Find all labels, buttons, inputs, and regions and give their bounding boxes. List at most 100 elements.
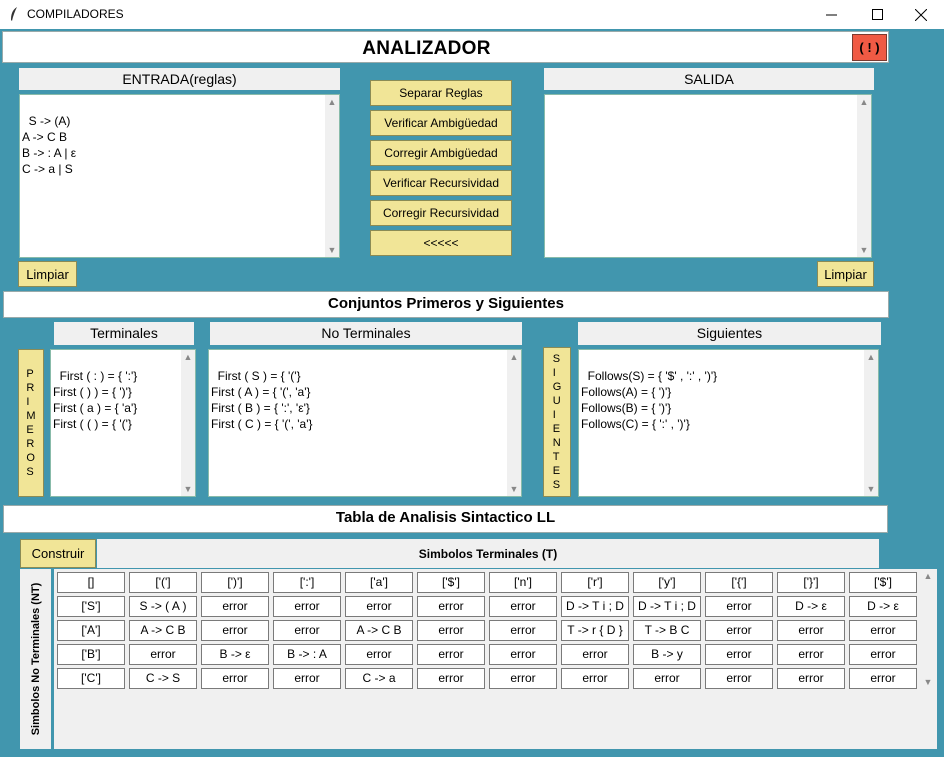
ll-table-grid: [] ['('] [')'] [':'] ['a'] ['$'] ['n'] ['r'] ['y… (54, 569, 937, 749)
table-cell: error (417, 620, 485, 641)
verify-ambiguity-button[interactable]: Verificar Ambigüedad (370, 110, 512, 136)
table-cell: error (201, 668, 269, 689)
minimize-button[interactable] (808, 0, 854, 29)
table-cell: error (849, 644, 917, 665)
scroll-up-icon[interactable]: ▲ (921, 569, 935, 583)
table-cell: error (705, 668, 773, 689)
table-cell: B -> : A (273, 644, 341, 665)
scroll-up-icon[interactable]: ▲ (857, 95, 871, 109)
table-cell: D -> T i ; D (633, 596, 701, 617)
maximize-icon (871, 9, 883, 20)
table-cell: D -> T i ; D (561, 596, 629, 617)
primeros-button-label: PRIMEROS (26, 368, 36, 478)
separate-rules-button[interactable]: Separar Reglas (370, 80, 512, 106)
input-rules-text: S -> (A) A -> C B B -> : A | ε C -> a | … (22, 114, 77, 176)
table-header-cell: ['r'] (561, 572, 629, 593)
terminales-textarea[interactable]: First ( : ) = { ':'} First ( ) ) = { ')'… (50, 349, 196, 497)
terminales-text: First ( : ) = { ':'} First ( ) ) = { ')'… (53, 369, 138, 431)
no-terminales-scrollbar[interactable]: ▲ ▼ (507, 350, 521, 496)
output-textarea[interactable]: ▲ ▼ (544, 94, 872, 258)
terminal-symbols-header: Simbolos Terminales (T) (97, 539, 879, 568)
table-cell: error (849, 668, 917, 689)
scroll-down-icon[interactable]: ▼ (507, 482, 521, 496)
close-icon (915, 8, 927, 21)
no-terminales-label: No Terminales (210, 322, 522, 345)
clear-input-button[interactable]: Limpiar (18, 261, 77, 287)
siguientes-scrollbar[interactable]: ▲ ▼ (864, 350, 878, 496)
siguientes-button-label: SIGUIENTES (552, 353, 562, 491)
table-cell: error (417, 596, 485, 617)
app-header: ANALIZADOR ( ! ) (2, 31, 889, 63)
table-cell: error (201, 596, 269, 617)
nonterminal-symbols-label: Simbolos No Terminales (NT) (30, 582, 42, 736)
table-header-cell: ['y'] (633, 572, 701, 593)
table-header-cell: ['{'] (705, 572, 773, 593)
table-cell: error (777, 668, 845, 689)
table-row-header-cell: ['C'] (57, 668, 125, 689)
maximize-button[interactable] (854, 0, 900, 29)
table-cell: error (273, 668, 341, 689)
scroll-down-icon[interactable]: ▼ (857, 243, 871, 257)
table-cell: error (345, 596, 413, 617)
no-terminales-text: First ( S ) = { '('} First ( A ) = { '('… (211, 369, 313, 431)
table-cell: C -> a (345, 668, 413, 689)
table-cell: error (633, 668, 701, 689)
ll-table-scrollbar[interactable]: ▲ ▼ (921, 569, 937, 749)
table-cell: T -> r { D } (561, 620, 629, 641)
fix-recursion-button[interactable]: Corregir Recursividad (370, 200, 512, 226)
table-cell: error (273, 596, 341, 617)
clear-output-button[interactable]: Limpiar (817, 261, 874, 287)
table-cell: error (561, 668, 629, 689)
table-cell: error (489, 620, 557, 641)
scroll-down-icon[interactable]: ▼ (181, 482, 195, 496)
scroll-up-icon[interactable]: ▲ (507, 350, 521, 364)
input-rules-textarea[interactable]: S -> (A) A -> C B B -> : A | ε C -> a | … (19, 94, 340, 258)
close-button[interactable] (898, 0, 944, 29)
scroll-down-icon[interactable]: ▼ (921, 675, 935, 689)
table-cell: error (489, 596, 557, 617)
table-cell: error (417, 644, 485, 665)
table-cell: D -> ε (849, 596, 917, 617)
scroll-up-icon[interactable]: ▲ (325, 95, 339, 109)
terminales-label: Terminales (54, 322, 194, 345)
output-scrollbar[interactable]: ▲ ▼ (857, 95, 871, 257)
table-header-cell: ['}'] (777, 572, 845, 593)
verify-recursion-button[interactable]: Verificar Recursividad (370, 170, 512, 196)
table-cell: B -> y (633, 644, 701, 665)
page-title: ANALIZADOR (362, 38, 491, 59)
table-cell: error (417, 668, 485, 689)
table-header-cell: ['a'] (345, 572, 413, 593)
table-header-cell: ['$'] (849, 572, 917, 593)
copy-output-to-input-button[interactable]: <<<<< (370, 230, 512, 256)
table-cell: error (849, 620, 917, 641)
siguientes-label: Siguientes (578, 322, 881, 345)
alert-button[interactable]: ( ! ) (852, 34, 887, 61)
table-cell: S -> ( A ) (129, 596, 197, 617)
input-label: ENTRADA(reglas) (19, 68, 340, 90)
scroll-up-icon[interactable]: ▲ (864, 350, 878, 364)
input-scrollbar[interactable]: ▲ ▼ (325, 95, 339, 257)
table-cell: T -> B C (633, 620, 701, 641)
scroll-up-icon[interactable]: ▲ (181, 350, 195, 364)
no-terminales-textarea[interactable]: First ( S ) = { '('} First ( A ) = { '('… (208, 349, 522, 497)
table-header-cell: ['$'] (417, 572, 485, 593)
fix-ambiguity-button[interactable]: Corregir Ambigüedad (370, 140, 512, 166)
table-cell: error (561, 644, 629, 665)
terminales-scrollbar[interactable]: ▲ ▼ (181, 350, 195, 496)
output-label: SALIDA (544, 68, 874, 90)
table-cell: error (777, 620, 845, 641)
window-titlebar: COMPILADORES (0, 0, 944, 29)
ll-table-title: Tabla de Analisis Sintactico LL (3, 505, 888, 533)
table-row-header-cell: ['A'] (57, 620, 125, 641)
primeros-button[interactable]: PRIMEROS (18, 349, 44, 497)
siguientes-textarea[interactable]: Follows(S) = { '$' , ':' , ')'} Follows(… (578, 349, 879, 497)
table-row-header-cell: ['B'] (57, 644, 125, 665)
build-table-button[interactable]: Construir (20, 539, 96, 568)
siguientes-button[interactable]: SIGUIENTES (543, 347, 571, 497)
table-cell: error (705, 620, 773, 641)
scroll-down-icon[interactable]: ▼ (864, 482, 878, 496)
table-cell: error (345, 644, 413, 665)
table-header-cell: ['n'] (489, 572, 557, 593)
scroll-down-icon[interactable]: ▼ (325, 243, 339, 257)
siguientes-text: Follows(S) = { '$' , ':' , ')'} Follows(… (581, 369, 718, 431)
